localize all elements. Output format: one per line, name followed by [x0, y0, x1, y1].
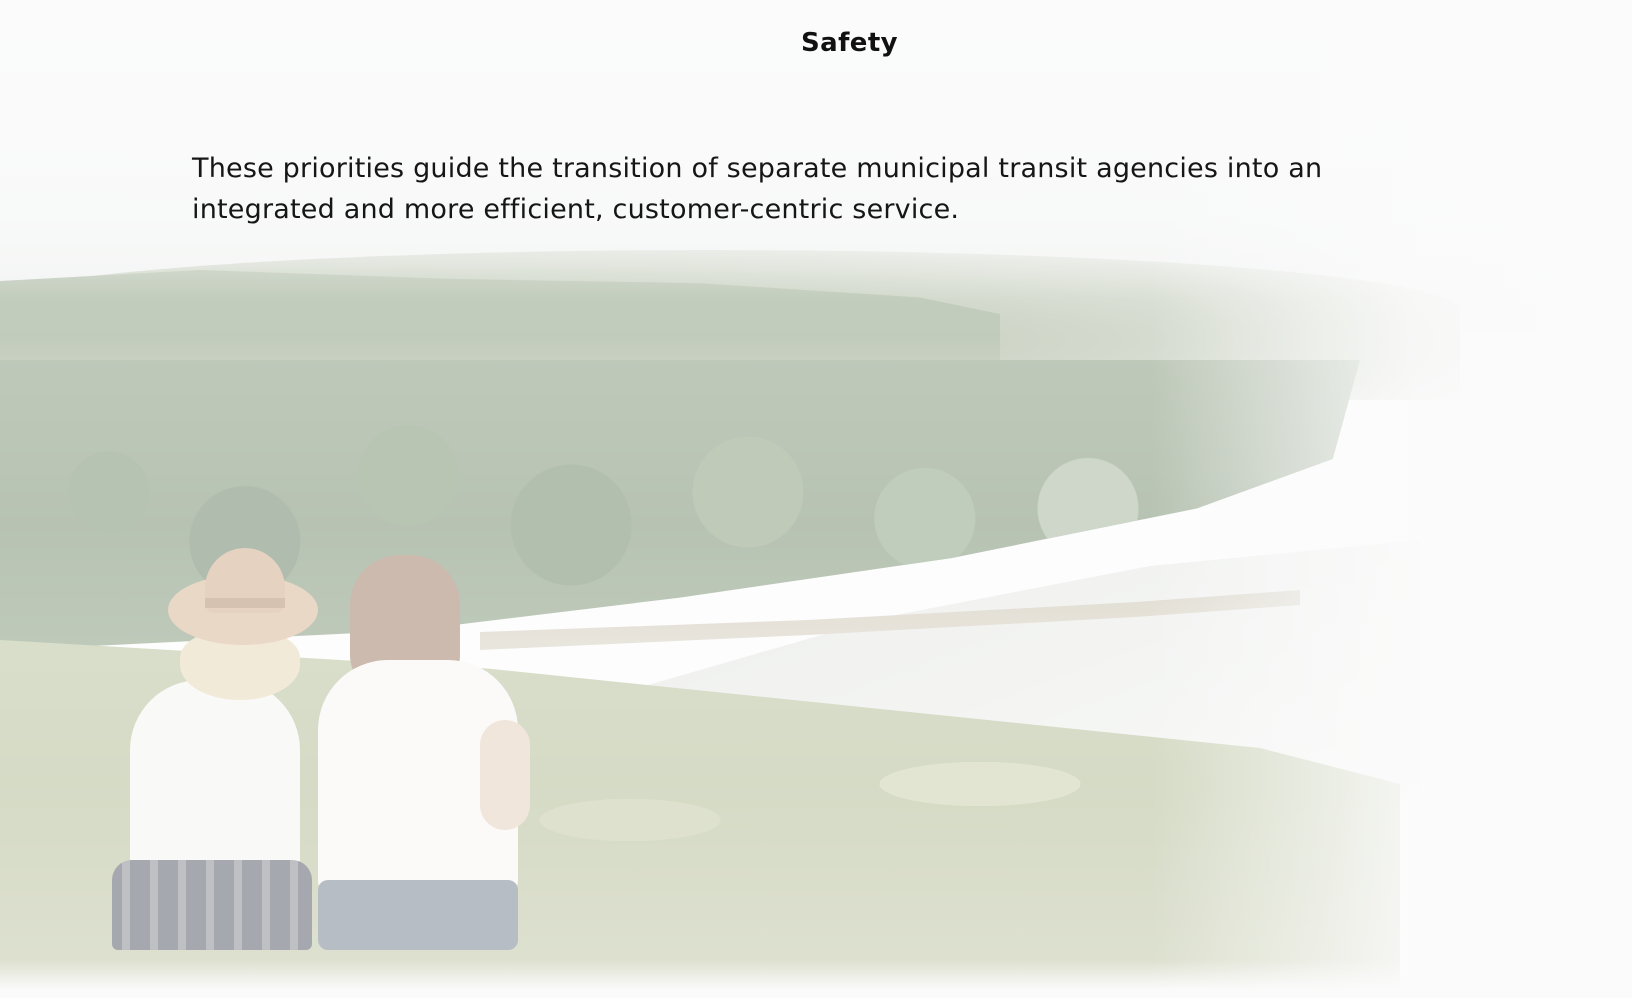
header: Safety — [0, 0, 1632, 80]
intro-paragraph: These priorities guide the transition of… — [192, 153, 1323, 225]
page-title: Safety — [801, 28, 898, 58]
photo-bottom-fade — [0, 960, 1632, 998]
page: Safety These priorities guide the transi… — [0, 0, 1632, 998]
